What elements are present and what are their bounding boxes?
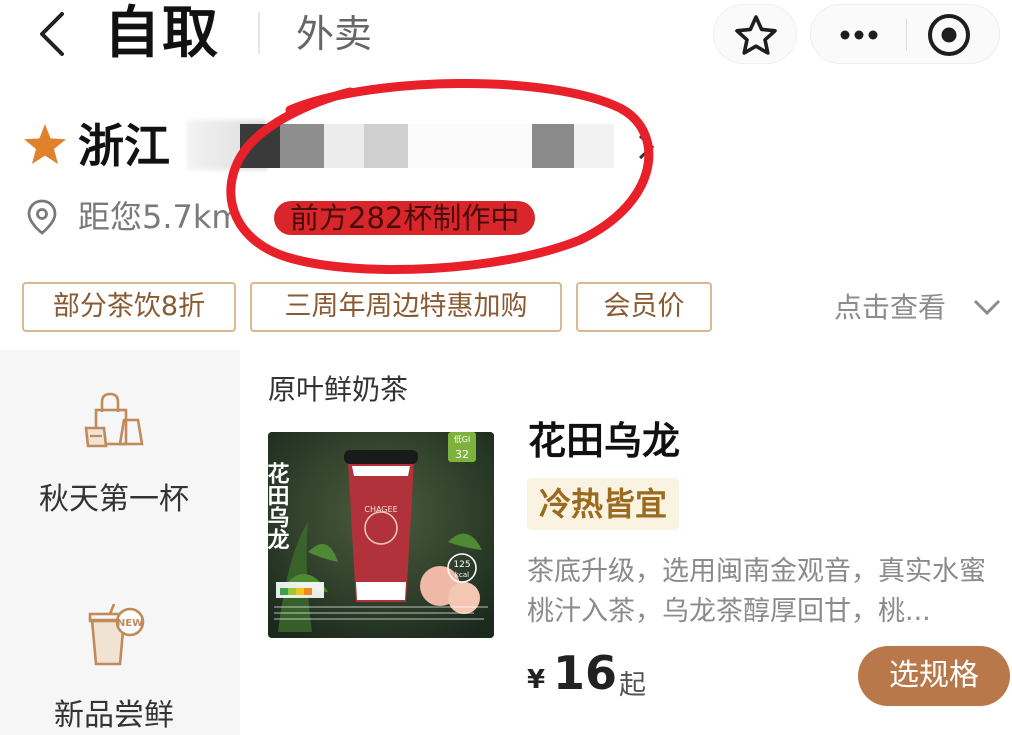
promo-tag[interactable]: 部分茶饮8折: [22, 282, 236, 332]
price-suffix: 起: [619, 670, 646, 701]
promo-tag[interactable]: 会员价: [576, 282, 712, 332]
sidebar-item-label: 秋天第一杯: [39, 482, 189, 517]
store-header[interactable]: 浙江: [22, 112, 722, 182]
tab-pickup[interactable]: 自取: [104, 2, 220, 66]
price-row: ¥ 16 起: [527, 645, 727, 701]
kcal-value: 125: [453, 560, 470, 570]
location-row: 距您5.7km 前方282杯制作中: [26, 195, 666, 239]
gi-badge-label: 低GI: [454, 434, 471, 444]
new-cup-icon: NEW: [88, 604, 145, 666]
category-sidebar: 秋天第一杯 NEW 新品尝鲜: [0, 350, 240, 735]
location-pin-icon: [27, 199, 57, 235]
select-spec-button[interactable]: 选规格: [858, 646, 1010, 706]
redacted-block: [574, 124, 614, 168]
star-outline-icon: [735, 15, 777, 55]
close-miniprogram-button[interactable]: [907, 5, 1001, 65]
kcal-unit: kcal: [455, 571, 469, 579]
svg-text:NEW: NEW: [117, 618, 143, 629]
tab-delivery[interactable]: 外卖: [296, 12, 372, 56]
image-title: 花田乌龙: [268, 461, 290, 550]
redacted-block: [324, 124, 364, 168]
view-more-link[interactable]: 点击查看: [834, 288, 946, 328]
more-dots-icon: [840, 30, 878, 40]
store-name: 浙江: [78, 119, 170, 173]
redacted-block: [532, 124, 574, 168]
temperature-badge: 冷热皆宜: [527, 478, 680, 530]
product-image[interactable]: CHAGEE 花田乌龙 低GI 32 125 kcal: [268, 432, 494, 638]
redacted-block: [240, 124, 280, 168]
chevron-down-icon: [973, 299, 1001, 316]
favorite-button[interactable]: [713, 4, 797, 64]
sidebar-item-label: 新品尝鲜: [54, 698, 174, 733]
redacted-block: [280, 124, 324, 168]
product-description: 茶底升级，选用闽南金观音，真实水蜜桃汁入茶，乌龙茶醇厚回甘，桃...: [527, 556, 986, 627]
target-circle-icon: [928, 14, 970, 56]
redacted-block: [408, 124, 532, 168]
currency-symbol: ¥: [527, 665, 546, 695]
store-distance: 距您5.7km: [78, 198, 243, 236]
star-icon: [24, 124, 66, 164]
top-bar: 自取 外卖: [0, 0, 1012, 70]
queue-status-badge: 前方282杯制作中: [274, 201, 536, 235]
redacted-block: [364, 124, 408, 168]
sidebar-item-new[interactable]: NEW 新品尝鲜: [0, 570, 240, 735]
section-title: 原叶鲜奶茶: [268, 373, 409, 406]
promo-tag[interactable]: 三周年周边特惠加购: [250, 282, 562, 332]
cup-brand: CHAGEE: [364, 505, 397, 514]
miniprogram-capsule: [810, 4, 1000, 64]
product-name: 花田乌龙: [528, 419, 681, 460]
product-price: 16: [553, 646, 618, 700]
gi-badge-value: 32: [455, 448, 469, 461]
shopping-bags-icon: [84, 392, 144, 448]
more-button[interactable]: [811, 5, 906, 65]
promo-tags: 部分茶饮8折 三周年周边特惠加购 会员价 点击查看: [22, 282, 1012, 332]
chevron-right-icon: [638, 134, 655, 160]
sidebar-item-autumn[interactable]: 秋天第一杯: [0, 350, 240, 560]
back-arrow-icon[interactable]: [30, 8, 80, 58]
tab-divider: [258, 12, 260, 54]
